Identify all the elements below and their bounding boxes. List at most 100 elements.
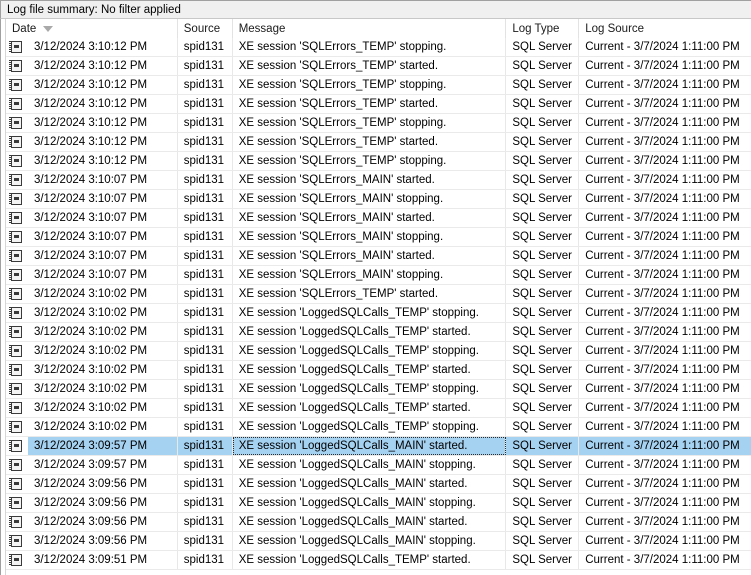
table-row[interactable]: 3/12/2024 3:10:07 PM spid131 XE session 'S… [6,190,751,209]
cell-message: XE session 'SQLErrors_MAIN' stopping. [232,228,507,246]
table-row[interactable]: 3/12/2024 3:09:57 PM spid131 XE session 'L… [6,437,751,456]
table-row[interactable]: 3/12/2024 3:10:12 PM spid131 XE session 'S… [6,57,751,76]
cell-message: XE session 'LoggedSQLCalls_TEMP' stoppin… [232,342,507,360]
log-entries-grid-inner: Date Source Message Log Type Log Source … [5,19,751,575]
log-entry-notepad-icon [9,98,23,110]
table-row[interactable]: 3/12/2024 3:10:02 PM spid131 XE session 'L… [6,361,751,380]
cell-log-type: SQL Server [506,494,580,512]
table-row[interactable]: 3/12/2024 3:10:07 PM spid131 XE session 'S… [6,171,751,190]
table-row[interactable]: 3/12/2024 3:09:56 PM spid131 XE session 'L… [6,475,751,494]
row-icon-cell [6,475,28,493]
cell-log-source: Current - 3/7/2024 1:11:00 PM [579,285,751,303]
column-header-log-source[interactable]: Log Source [579,19,751,38]
column-header-date-label: Date [12,22,37,35]
log-entry-notepad-icon [9,535,23,547]
cell-message: XE session 'SQLErrors_TEMP' stopping. [232,152,507,170]
table-row[interactable]: 3/12/2024 3:10:12 PM spid131 XE session 'S… [6,114,751,133]
cell-source: spid131 [177,342,233,360]
cell-date: 3/12/2024 3:10:07 PM [27,247,178,265]
cell-source: spid131 [177,266,233,284]
table-row[interactable]: 3/12/2024 3:09:56 PM spid131 XE session 'L… [6,513,751,532]
row-icon-cell [6,513,28,531]
row-icon-cell [6,285,28,303]
log-entry-notepad-icon [9,60,23,72]
cell-date: 3/12/2024 3:10:07 PM [27,266,178,284]
table-row[interactable]: 3/12/2024 3:10:12 PM spid131 XE session 'S… [6,38,751,57]
cell-log-type: SQL Server [506,399,580,417]
cell-message: XE session 'LoggedSQLCalls_MAIN' started… [232,475,507,493]
cell-date: 3/12/2024 3:10:12 PM [27,57,178,75]
table-row[interactable]: 3/12/2024 3:10:12 PM spid131 XE session 'S… [6,95,751,114]
table-row[interactable]: 3/12/2024 3:10:07 PM spid131 XE session 'S… [6,266,751,285]
table-row[interactable]: 3/12/2024 3:09:56 PM spid131 XE session 'L… [6,532,751,551]
table-row[interactable]: 3/12/2024 3:10:02 PM spid131 XE session 'S… [6,285,751,304]
table-row[interactable]: 3/12/2024 3:10:07 PM spid131 XE session 'S… [6,228,751,247]
log-entry-notepad-icon [9,554,23,566]
cell-date: 3/12/2024 3:10:02 PM [27,361,178,379]
cell-log-source: Current - 3/7/2024 1:11:00 PM [579,114,751,132]
log-entry-notepad-icon [9,250,23,262]
cell-source: spid131 [177,133,233,151]
log-entry-notepad-icon [9,41,23,53]
cell-log-source: Current - 3/7/2024 1:11:00 PM [579,494,751,512]
column-header-source-label: Source [183,22,221,35]
table-row[interactable]: 3/12/2024 3:10:02 PM spid131 XE session 'L… [6,380,751,399]
cell-message: XE session 'SQLErrors_TEMP' stopping. [232,114,507,132]
table-row[interactable]: 3/12/2024 3:10:02 PM spid131 XE session 'L… [6,418,751,437]
column-header-message[interactable]: Message [232,19,507,38]
cell-log-source: Current - 3/7/2024 1:11:00 PM [579,380,751,398]
cell-log-source: Current - 3/7/2024 1:11:00 PM [579,209,751,227]
cell-log-source: Current - 3/7/2024 1:11:00 PM [579,266,751,284]
cell-log-source: Current - 3/7/2024 1:11:00 PM [579,456,751,474]
cell-source: spid131 [177,551,233,569]
cell-log-type: SQL Server [506,114,580,132]
row-icon-cell [6,551,28,569]
log-entries-rows: 3/12/2024 3:10:12 PM spid131 XE session 'S… [6,38,751,570]
cell-log-type: SQL Server [506,266,580,284]
cell-message: XE session 'LoggedSQLCalls_MAIN' started… [232,437,507,455]
table-row[interactable]: 3/12/2024 3:09:51 PM spid131 XE session 'L… [6,551,751,570]
table-row[interactable]: 3/12/2024 3:10:12 PM spid131 XE session 'S… [6,152,751,171]
column-header-log-source-label: Log Source [585,22,645,35]
cell-log-type: SQL Server [506,228,580,246]
table-row[interactable]: 3/12/2024 3:10:07 PM spid131 XE session 'S… [6,209,751,228]
cell-log-source: Current - 3/7/2024 1:11:00 PM [579,399,751,417]
column-header-date[interactable]: Date [6,19,178,38]
cell-source: spid131 [177,494,233,512]
cell-log-source: Current - 3/7/2024 1:11:00 PM [579,38,751,56]
row-icon-cell [6,209,28,227]
row-icon-cell [6,76,28,94]
log-file-summary-bar: Log file summary: No filter applied [0,0,751,19]
cell-message: XE session 'LoggedSQLCalls_MAIN' stoppin… [232,532,507,550]
table-row[interactable]: 3/12/2024 3:10:02 PM spid131 XE session 'L… [6,342,751,361]
table-row[interactable]: 3/12/2024 3:10:12 PM spid131 XE session 'S… [6,76,751,95]
cell-date: 3/12/2024 3:10:12 PM [27,76,178,94]
column-header-message-label: Message [238,22,286,35]
table-row[interactable]: 3/12/2024 3:09:56 PM spid131 XE session 'L… [6,494,751,513]
cell-log-source: Current - 3/7/2024 1:11:00 PM [579,304,751,322]
column-header-source[interactable]: Source [177,19,233,38]
cell-log-source: Current - 3/7/2024 1:11:00 PM [579,57,751,75]
cell-source: spid131 [177,95,233,113]
cell-date: 3/12/2024 3:10:07 PM [27,228,178,246]
table-row[interactable]: 3/12/2024 3:10:02 PM spid131 XE session 'L… [6,323,751,342]
cell-date: 3/12/2024 3:09:56 PM [27,513,178,531]
grid-header-row: Date Source Message Log Type Log Source [6,19,751,38]
column-header-log-type[interactable]: Log Type [506,19,580,38]
cell-message: XE session 'LoggedSQLCalls_MAIN' stoppin… [232,494,507,512]
table-row[interactable]: 3/12/2024 3:10:07 PM spid131 XE session 'S… [6,247,751,266]
cell-date: 3/12/2024 3:10:12 PM [27,114,178,132]
table-row[interactable]: 3/12/2024 3:10:12 PM spid131 XE session 'S… [6,133,751,152]
table-row[interactable]: 3/12/2024 3:09:57 PM spid131 XE session 'L… [6,456,751,475]
cell-date: 3/12/2024 3:10:02 PM [27,399,178,417]
cell-date: 3/12/2024 3:10:07 PM [27,171,178,189]
cell-log-type: SQL Server [506,152,580,170]
cell-log-type: SQL Server [506,190,580,208]
cell-log-source: Current - 3/7/2024 1:11:00 PM [579,342,751,360]
row-icon-cell [6,437,28,455]
cell-date: 3/12/2024 3:10:02 PM [27,304,178,322]
cell-message: XE session 'LoggedSQLCalls_TEMP' started… [232,551,507,569]
table-row[interactable]: 3/12/2024 3:10:02 PM spid131 XE session 'L… [6,399,751,418]
cell-source: spid131 [177,304,233,322]
table-row[interactable]: 3/12/2024 3:10:02 PM spid131 XE session 'L… [6,304,751,323]
